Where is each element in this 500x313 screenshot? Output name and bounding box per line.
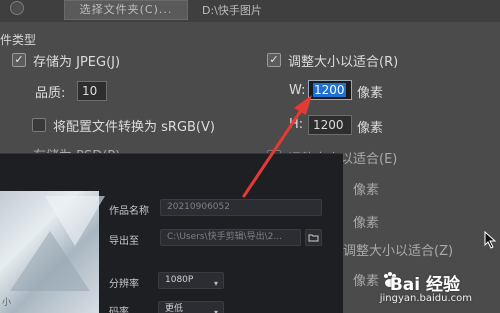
watermark-logo: Bai 经验 [389,275,460,295]
mouse-cursor-icon [484,231,497,249]
watermark-url: jingyan.baidu.com [379,293,472,304]
annotation-arrow [242,95,312,198]
